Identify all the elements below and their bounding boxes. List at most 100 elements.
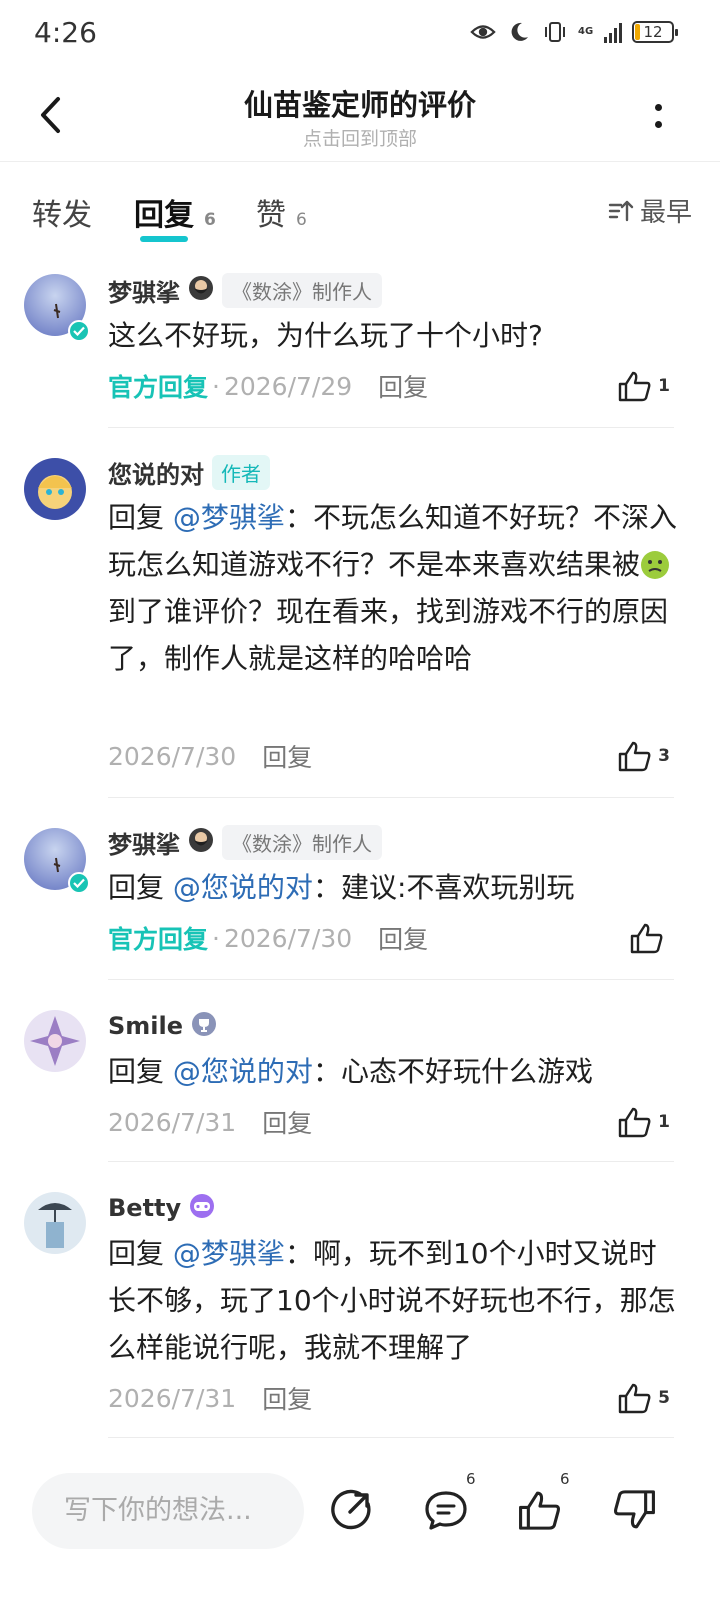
user-name[interactable]: 梦骐挲 <box>108 825 180 860</box>
header: 仙苗鉴定师的评价 点击回到顶部 <box>0 70 720 162</box>
producer-tag: 《数涂》制作人 <box>222 272 382 308</box>
comment-text-part: ：建议:不喜欢玩别玩 <box>312 871 575 904</box>
comment-text: 这么不好玩，为什么玩了十个小时? <box>108 319 543 352</box>
like-count: 5 <box>658 1388 670 1408</box>
comment-date: 2026/7/31 <box>108 1383 237 1413</box>
reply-prefix: 回复 <box>108 1237 165 1270</box>
status-bar: 4:26 4G 12 <box>0 0 720 70</box>
producer-tag: 《数涂》制作人 <box>222 824 382 860</box>
tab-count: 6 <box>296 210 307 230</box>
gamepad-badge-icon <box>189 1193 215 1223</box>
beard-emblem-icon <box>188 827 214 857</box>
comment-item: 梦骐挲 《数涂》制作人 回复 @您说的对：建议:不喜欢玩别玩 官方回复 · 20… <box>0 798 720 980</box>
dislike-button[interactable] <box>608 1484 660 1536</box>
network-type: 4G <box>578 26 594 37</box>
tab-label: 回复 <box>134 198 194 233</box>
reply-button[interactable]: 回复 <box>262 1380 312 1416</box>
divider <box>108 1437 674 1438</box>
mention-link[interactable]: @梦骐挲 <box>173 1237 285 1270</box>
user-name[interactable]: Smile <box>108 1012 183 1040</box>
like-button[interactable]: 3 <box>618 738 670 774</box>
thumbs-up-icon <box>618 1383 651 1414</box>
mention-link[interactable]: @您说的对 <box>173 871 313 904</box>
comment-meta: 2026/7/31 回复 <box>108 1104 312 1140</box>
reply-button[interactable]: 回复 <box>262 738 312 774</box>
user-name[interactable]: 您说的对 <box>108 455 204 490</box>
comment-header: Betty <box>108 1190 215 1226</box>
author-tag: 作者 <box>212 454 270 490</box>
trophy-badge-icon <box>191 1011 217 1041</box>
comments-button[interactable] <box>420 1484 472 1536</box>
comment-item: Smile 回复 @您说的对：心态不好玩什么游戏 2026/7/31 回复 1 <box>0 980 720 1162</box>
avatar[interactable] <box>24 458 86 520</box>
tab-count: 6 <box>204 210 216 230</box>
comment-text-part: 到了谁评价？现在看来，找到游戏不行的原因了，制作人就是这样的哈哈哈 <box>108 595 669 675</box>
comment-item: 您说的对 作者 回复 @梦骐挲：不玩怎么知道不好玩？不深入玩怎么知道游戏不行？不… <box>0 428 720 798</box>
comment-bubble-icon <box>425 1491 467 1530</box>
thumbs-up-icon <box>519 1491 560 1530</box>
more-dot-icon <box>654 104 662 111</box>
scroll-to-top-hint[interactable]: 点击回到顶部 <box>0 124 720 151</box>
thumbs-up-icon <box>618 741 651 772</box>
tab-label: 转发 <box>32 198 92 233</box>
official-reply-label: 官方回复 <box>108 373 209 402</box>
verified-badge-icon <box>68 872 90 894</box>
vibrate-icon <box>542 20 568 44</box>
post-like-count: 6 <box>560 1470 570 1488</box>
avatar[interactable] <box>24 1010 86 1072</box>
sort-icon <box>608 200 634 221</box>
avatar[interactable] <box>24 1192 86 1254</box>
like-button[interactable] <box>630 920 670 956</box>
user-name[interactable]: Betty <box>108 1194 181 1222</box>
mention-link[interactable]: @梦骐挲 <box>173 501 285 534</box>
reply-button[interactable]: 回复 <box>378 368 428 404</box>
bottom-action-bar: 写下你的想法... 6 6 <box>0 1470 720 1600</box>
comment-header: Smile <box>108 1008 217 1044</box>
verified-badge-icon <box>68 320 90 342</box>
comment-date: 2026/7/30 <box>108 741 237 771</box>
comment-header: 梦骐挲 《数涂》制作人 <box>108 272 382 308</box>
comment-input[interactable]: 写下你的想法... <box>32 1473 304 1549</box>
tab-repost[interactable]: 转发 <box>32 190 92 234</box>
comment-text: 回复 @梦骐挲：不玩怎么知道不好玩？不深入玩怎么知道游戏不行？不是本来喜欢结果被… <box>108 494 683 682</box>
like-button[interactable]: 5 <box>618 1380 670 1416</box>
active-tab-indicator <box>140 236 188 242</box>
reply-button[interactable]: 回复 <box>262 1104 312 1140</box>
page-title[interactable]: 仙苗鉴定师的评价 <box>0 82 720 124</box>
mention-link[interactable]: @您说的对 <box>173 1055 313 1088</box>
more-options-button[interactable] <box>648 96 668 136</box>
like-count: 3 <box>658 746 670 766</box>
like-post-button[interactable] <box>514 1484 566 1536</box>
comment-meta: 2026/7/31 回复 <box>108 1380 312 1416</box>
like-button[interactable]: 1 <box>618 368 670 404</box>
reply-prefix: 回复 <box>108 1055 165 1088</box>
sort-button[interactable]: 最早 <box>608 192 692 229</box>
tab-likes[interactable]: 赞 6 <box>256 190 307 234</box>
status-icons: 4G 12 <box>470 20 678 44</box>
comment-item: Betty 回复 @梦骐挲：啊，玩不到10个小时又说时长不够，玩了10个小时说不… <box>0 1162 720 1438</box>
comment-date: 2026/7/29 <box>223 371 353 401</box>
signal-icon <box>604 21 622 43</box>
share-button[interactable] <box>326 1484 378 1536</box>
reply-prefix: 回复 <box>108 501 165 534</box>
like-button[interactable]: 1 <box>618 1104 670 1140</box>
sort-label: 最早 <box>639 198 692 228</box>
reply-prefix: 回复 <box>108 871 165 904</box>
tab-replies[interactable]: 回复 6 <box>134 190 216 242</box>
battery-icon: 12 <box>632 21 678 43</box>
share-icon <box>331 1489 371 1530</box>
thumbs-up-icon <box>630 923 663 954</box>
beard-emblem-icon <box>188 275 214 305</box>
eye-icon <box>470 20 496 44</box>
tab-bar: 转发 回复 6 赞 6 最早 <box>0 162 720 258</box>
comment-meta: 2026/7/30 回复 <box>108 738 312 774</box>
tab-label: 赞 <box>256 198 286 233</box>
user-name[interactable]: 梦骐挲 <box>108 273 180 308</box>
thumbs-up-icon <box>618 1107 651 1138</box>
reply-button[interactable]: 回复 <box>378 920 428 956</box>
comment-meta: 官方回复 · 2026/7/30 回复 <box>108 920 428 956</box>
comment-text: 回复 @您说的对：建议:不喜欢玩别玩 <box>108 864 683 911</box>
comment-date: 2026/7/31 <box>108 1107 237 1137</box>
moon-icon <box>506 20 532 44</box>
official-reply-label: 官方回复 <box>108 925 209 954</box>
